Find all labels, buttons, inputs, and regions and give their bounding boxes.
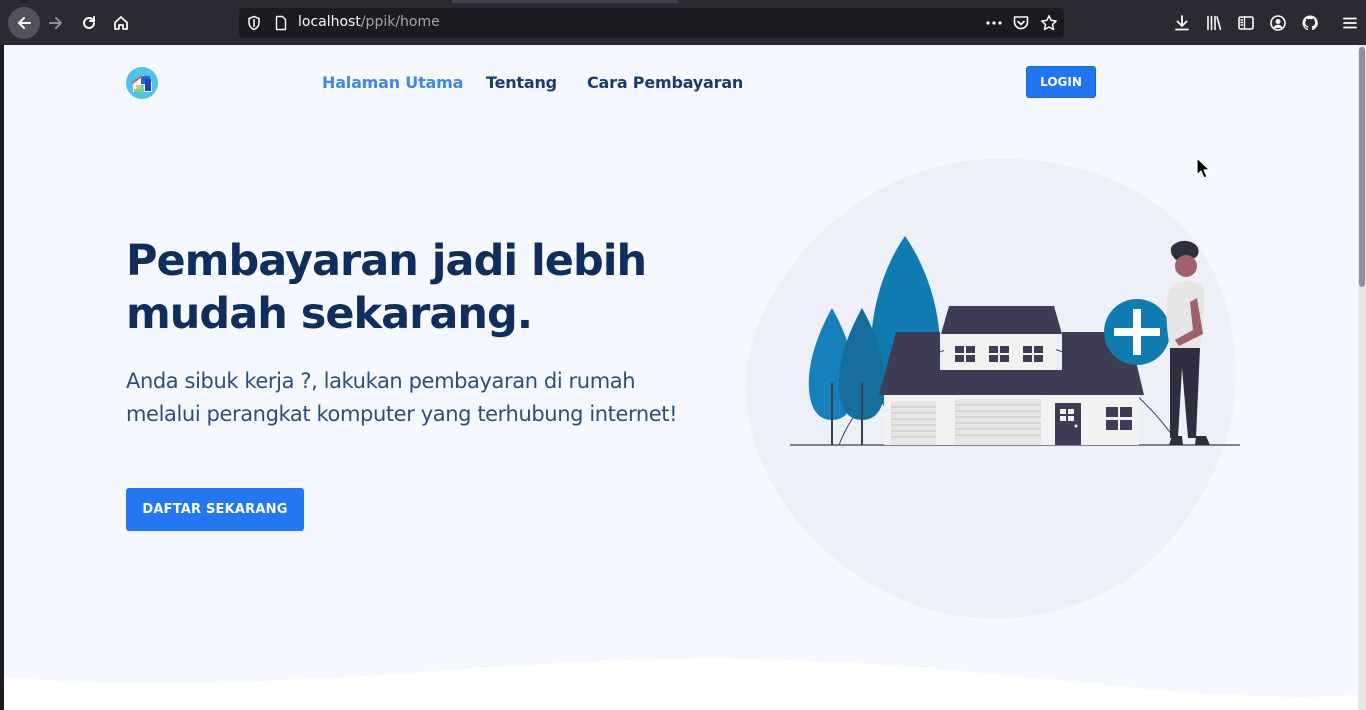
browser-toolbar: localhost/ppik/home [0,3,1366,45]
sidebar-icon [1238,16,1254,30]
github-button[interactable] [1294,7,1326,39]
forward-button[interactable] [40,7,72,39]
add-icon [1104,299,1170,365]
hero-subtitle: Anda sibuk kerja ?, lakukan pembayaran d… [126,369,678,426]
more-icon[interactable] [985,14,1003,32]
url-text[interactable]: localhost/ppik/home [298,14,440,30]
app-menu-button[interactable] [1334,7,1366,39]
nav-link-tentang[interactable]: Tentang [486,73,557,92]
download-icon [1175,15,1189,31]
mouse-cursor-icon [1196,157,1210,179]
url-host: localhost [298,14,361,30]
library-button[interactable] [1198,7,1230,39]
home-button[interactable] [105,7,137,39]
page-scrollbar[interactable] [1358,45,1366,710]
reload-icon [83,16,95,29]
shield-icon[interactable] [246,15,262,31]
house-logo-icon [131,75,152,92]
menu-icon [1343,17,1357,29]
hero-title: Pembayaran jadi lebih mudah sekarang. [126,236,647,339]
register-now-button[interactable]: DAFTAR SEKARANG [126,488,304,531]
home-icon [114,16,128,30]
bookmark-star-icon[interactable] [1040,14,1058,32]
github-icon [1302,15,1318,31]
reload-button[interactable] [73,7,105,39]
pocket-icon[interactable] [1012,14,1030,32]
url-path: /ppik/home [360,14,440,30]
account-button[interactable] [1262,7,1294,39]
login-button[interactable]: LOGIN [1026,66,1096,98]
web-page: Halaman Utama Tentang Cara Pembayaran LO… [4,45,1358,710]
url-bar[interactable]: localhost/ppik/home [239,8,1064,38]
scrollbar-thumb[interactable] [1359,47,1365,287]
downloads-button[interactable] [1166,7,1198,39]
forward-icon [49,17,62,29]
section-wave [4,658,1358,710]
library-icon [1207,15,1222,31]
house-upper-roof [941,306,1062,334]
site-logo[interactable] [126,67,158,99]
page-icon[interactable] [273,15,289,31]
back-button[interactable] [8,7,40,39]
garage-doors [891,399,1041,445]
back-icon [18,17,31,29]
nav-link-halaman-utama[interactable]: Halaman Utama [322,73,463,92]
sidebar-button[interactable] [1230,7,1262,39]
nav-link-cara-pembayaran[interactable]: Cara Pembayaran [587,73,743,92]
account-icon [1270,15,1286,31]
house-illustration [745,158,1240,619]
